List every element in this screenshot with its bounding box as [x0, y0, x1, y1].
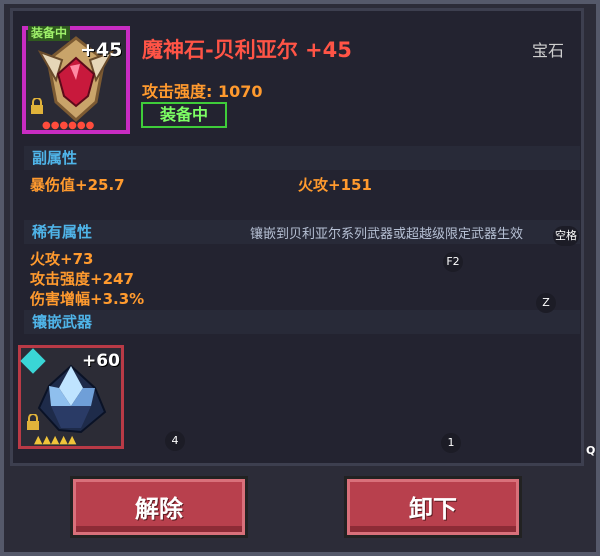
item-star-rating: ●●●●●● — [42, 120, 95, 131]
remove-button[interactable]: 解除 — [70, 476, 248, 538]
hotkey-f2: F2 — [443, 252, 463, 272]
stat-rare-damage-boost: 伤害增幅+3.3% — [30, 290, 145, 308]
hotkey-4: 4 — [165, 431, 185, 451]
equipped-badge: 装备中 — [28, 26, 71, 41]
stat-crit-damage: 暴伤值+25.7 — [30, 176, 125, 194]
rare-effect-note: 镶嵌到贝利亚尔系列武器或超越级限定武器生效 — [250, 227, 524, 242]
hotkey-space: 空格 — [553, 226, 579, 246]
weapon-plus-level: +60 — [82, 351, 120, 371]
unequip-button[interactable]: 卸下 — [344, 476, 522, 538]
hotkey-q: Q — [586, 444, 596, 457]
lock-icon — [30, 97, 44, 118]
equipped-status-tag: 装备中 — [141, 102, 227, 128]
hotkey-1: 1 — [441, 433, 461, 453]
hotkey-z: Z — [536, 293, 556, 313]
stat-fire-attack: 火攻+151 — [298, 176, 372, 194]
weapon-lock-icon — [26, 413, 40, 434]
item-attack-stat: 攻击强度: 1070 — [142, 82, 263, 101]
item-name: 魔神石-贝利亚尔 +45 — [142, 38, 352, 62]
item-plus-level: +45 — [80, 39, 123, 61]
stat-rare-fire: 火攻+73 — [30, 250, 94, 268]
stat-rare-attack: 攻击强度+247 — [30, 270, 134, 288]
item-type: 宝石 — [532, 41, 565, 60]
section-header-secondary: 副属性 — [24, 146, 580, 170]
section-header-socket: 镶嵌武器 — [24, 310, 580, 334]
weapon-star-rating: ▲▲▲▲▲ — [34, 433, 77, 446]
